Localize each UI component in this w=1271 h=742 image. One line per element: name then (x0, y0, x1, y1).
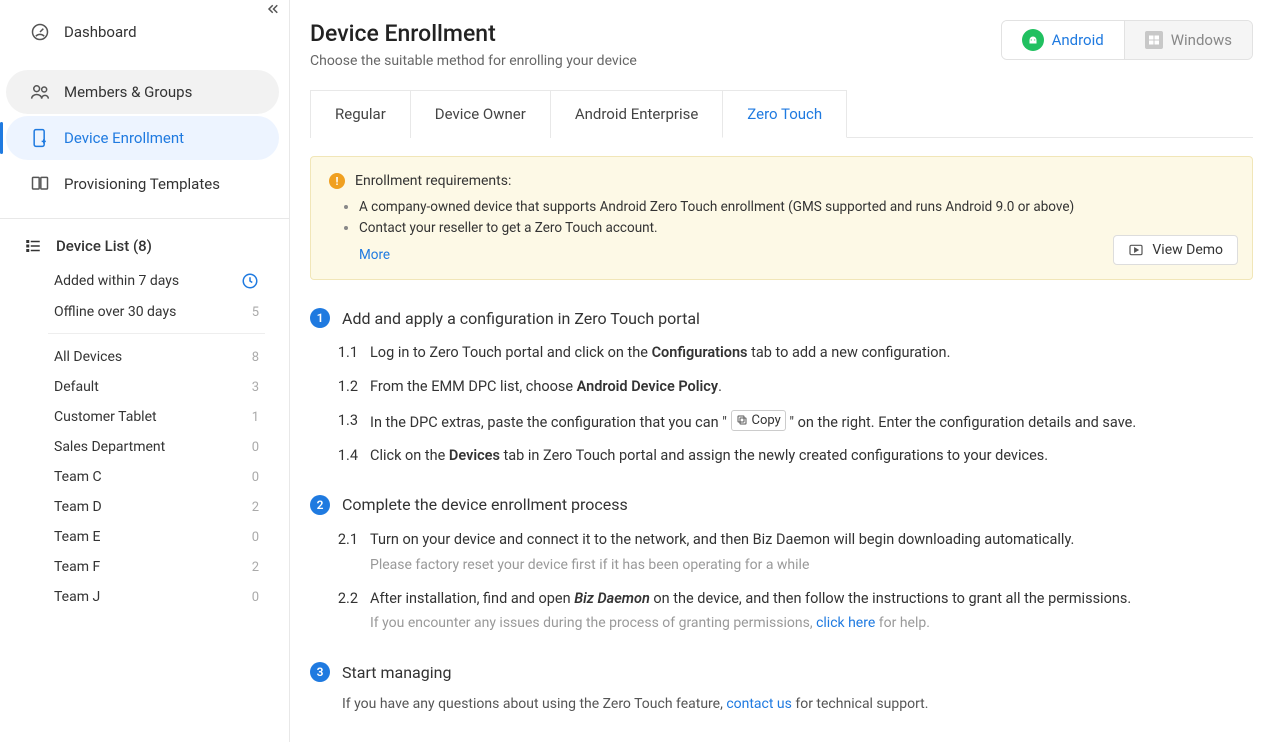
video-icon (1128, 242, 1144, 258)
tab-regular[interactable]: Regular (310, 90, 411, 138)
step-2: 2 Complete the device enrollment process… (310, 495, 1253, 635)
filter-added-7-days[interactable]: Added within 7 days (0, 265, 289, 297)
group-row[interactable]: Team C0 (48, 462, 265, 492)
group-row[interactable]: Team F2 (48, 552, 265, 582)
click-here-link[interactable]: click here (816, 615, 875, 631)
substep-1-2: 1.2 From the EMM DPC list, choose Androi… (330, 376, 1253, 398)
main-content: Device Enrollment Choose the suitable me… (290, 0, 1271, 742)
group-row[interactable]: Customer Tablet1 (48, 402, 265, 432)
tab-zero-touch[interactable]: Zero Touch (722, 90, 847, 138)
substep-2-1: 2.1 Turn on your device and connect it t… (330, 529, 1253, 576)
nav-device-enrollment[interactable]: Device Enrollment (6, 116, 279, 160)
nav-provisioning-templates[interactable]: Provisioning Templates (6, 162, 279, 206)
substep-1-3: 1.3 In the DPC extras, paste the configu… (330, 410, 1253, 434)
collapse-sidebar-icon[interactable] (263, 0, 281, 18)
substep-note: Please factory reset your device first i… (370, 555, 1253, 576)
more-link[interactable]: More (359, 247, 390, 263)
group-row[interactable]: Team D2 (48, 492, 265, 522)
platform-android-button[interactable]: Android (1002, 21, 1124, 59)
dashboard-icon (30, 22, 50, 42)
nav-members-groups[interactable]: Members & Groups (6, 70, 279, 114)
view-demo-label: View Demo (1152, 242, 1223, 258)
group-row[interactable]: Default3 (48, 372, 265, 402)
nav-label: Dashboard (64, 23, 137, 41)
group-row[interactable]: Sales Department0 (48, 432, 265, 462)
android-icon (1022, 29, 1044, 51)
group-row[interactable]: All Devices8 (48, 342, 265, 372)
step-3: 3 Start managing If you have any questio… (310, 662, 1253, 712)
requirement-item: Contact your reseller to get a Zero Touc… (359, 220, 658, 236)
nav-label: Device Enrollment (64, 129, 184, 147)
copy-button[interactable]: Copy (731, 410, 786, 432)
device-list-icon (24, 237, 42, 255)
substep-1-4: 1.4 Click on the Devices tab in Zero Tou… (330, 445, 1253, 467)
step-number-badge: 1 (310, 308, 330, 328)
substep-2-2: 2.2 After installation, find and open Bi… (330, 588, 1253, 635)
step-number-badge: 3 (310, 662, 330, 682)
step-footer-note: If you have any questions about using th… (342, 696, 1253, 712)
requirements-title: Enrollment requirements: (355, 173, 511, 189)
clock-icon (241, 272, 259, 290)
device-list-header[interactable]: Device List (8) (0, 223, 289, 265)
group-row[interactable]: Team J0 (48, 582, 265, 612)
step-title: Start managing (342, 663, 451, 682)
substep-1-1: 1.1 Log in to Zero Touch portal and clic… (330, 342, 1253, 364)
step-title: Add and apply a configuration in Zero To… (342, 309, 700, 328)
substep-note: If you encounter any issues during the p… (370, 613, 1253, 634)
platform-toggle: Android Windows (1001, 20, 1253, 60)
page-title: Device Enrollment (310, 20, 637, 47)
nav-label: Members & Groups (64, 83, 192, 101)
members-icon (30, 82, 50, 102)
filter-offline-30-days[interactable]: Offline over 30 days 5 (0, 297, 289, 327)
device-groups-list: All Devices8 Default3 Customer Tablet1 S… (48, 333, 265, 612)
platform-label: Android (1052, 31, 1104, 49)
step-number-badge: 2 (310, 495, 330, 515)
sidebar: Dashboard Members & Groups Device Enroll… (0, 0, 290, 742)
view-demo-button[interactable]: View Demo (1113, 235, 1238, 265)
device-list-label: Device List (8) (56, 237, 152, 255)
enrollment-tabs: Regular Device Owner Android Enterprise … (310, 89, 1253, 138)
step-title: Complete the device enrollment process (342, 495, 628, 514)
requirements-box: ! Enrollment requirements: A company-own… (310, 156, 1253, 280)
warning-icon: ! (329, 173, 345, 189)
filter-label: Added within 7 days (54, 273, 179, 289)
requirement-item: A company-owned device that supports And… (359, 199, 1074, 215)
filter-label: Offline over 30 days (54, 304, 176, 320)
templates-icon (30, 174, 50, 194)
filter-count: 5 (252, 305, 259, 320)
enrollment-icon (30, 128, 50, 148)
group-row[interactable]: Team E0 (48, 522, 265, 552)
tab-android-enterprise[interactable]: Android Enterprise (550, 90, 723, 138)
platform-label: Windows (1171, 31, 1232, 49)
nav-dashboard[interactable]: Dashboard (6, 10, 279, 54)
page-subtitle: Choose the suitable method for enrolling… (310, 53, 637, 69)
contact-us-link[interactable]: contact us (726, 696, 792, 712)
platform-windows-button[interactable]: Windows (1124, 21, 1252, 59)
step-1: 1 Add and apply a configuration in Zero … (310, 308, 1253, 467)
tab-device-owner[interactable]: Device Owner (410, 90, 551, 138)
nav-label: Provisioning Templates (64, 175, 220, 193)
windows-icon (1145, 31, 1163, 49)
